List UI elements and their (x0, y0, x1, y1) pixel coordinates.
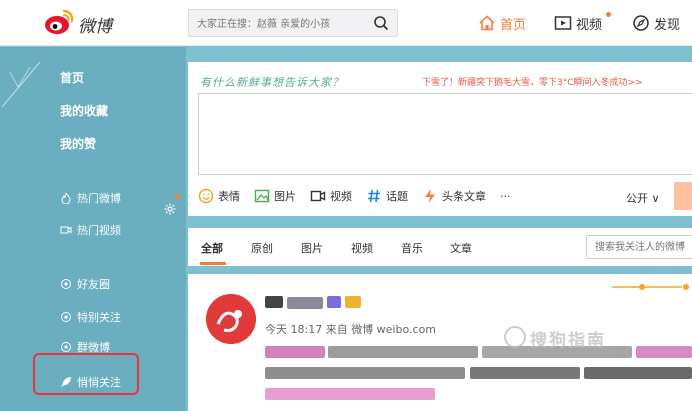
post-textarea[interactable] (198, 93, 692, 175)
home-icon (479, 15, 495, 31)
composer-prompt: 有什么新鲜事想告诉大家？ (200, 76, 344, 89)
emoji-icon (198, 188, 214, 204)
video-camera-icon (60, 226, 72, 234)
tab-videos[interactable]: 视频 (351, 240, 373, 256)
new-video-dot (606, 12, 611, 17)
search-input[interactable] (197, 15, 365, 33)
username-blurred[interactable] (265, 296, 365, 310)
followed-search[interactable] (586, 235, 692, 259)
post-composer: 有什么新鲜事想告诉大家？ 下雪了！新疆突下鹅毛大雪，零下3°C瞬间入冬成功>> … (188, 62, 692, 216)
sidebar-item-label: 热门微博 (77, 192, 121, 205)
circle-dot-icon (61, 279, 71, 289)
tool-label: 视频 (330, 190, 352, 203)
sidebar-item-label: 我的收藏 (60, 104, 109, 118)
sidebar-item-hot-weibo[interactable]: 热门微博 (60, 190, 121, 206)
more-icon: ··· (500, 189, 511, 203)
tool-label: 头条文章 (442, 190, 486, 203)
sidebar-item-label: 特别关注 (77, 311, 121, 324)
tab-original[interactable]: 原创 (251, 240, 273, 256)
nav-video[interactable]: 视频 (554, 12, 611, 34)
trending-headline-link[interactable]: 下雪了！新疆突下鹅毛大雪，零下3°C瞬间入冬成功>> (422, 75, 643, 88)
sidebar-item-special-follow[interactable]: 特别关注 (60, 309, 121, 325)
tool-more[interactable]: ··· (500, 190, 511, 203)
composer-toolbar: 表情 图片 视频 话题 头条文章 ··· (198, 186, 525, 206)
circle-dot-icon (61, 312, 71, 322)
sidebar-item-friends-circle[interactable]: 好友圈 (60, 276, 110, 292)
sidebar-item-label: 好友圈 (77, 278, 110, 291)
tool-label: 话题 (386, 190, 408, 203)
nav-home-label: 首页 (500, 17, 527, 33)
sidebar-item-home[interactable]: 首页 (60, 69, 84, 86)
feed-card: 今天 18:17 来自 微博 weibo.com 搜狗指南 (188, 274, 692, 411)
logo-text: 微博 (78, 17, 112, 37)
weibo-logo[interactable]: 微博 (44, 8, 134, 38)
nav-home[interactable]: 首页 (478, 12, 526, 34)
weibo-logo-icon (45, 9, 74, 34)
sidebar-item-favorites[interactable]: 我的收藏 (60, 102, 108, 119)
tool-article[interactable]: 头条文章 (422, 188, 486, 204)
watermark-text: 搜狗指南 (530, 331, 606, 351)
tab-images[interactable]: 图片 (301, 240, 323, 256)
flame-icon (61, 192, 71, 204)
post-meta: 今天 18:17 来自 微博 weibo.com (265, 323, 437, 336)
publish-button[interactable] (674, 182, 692, 210)
followed-search-input[interactable] (595, 240, 692, 255)
tool-label: 表情 (218, 190, 240, 203)
nav-discover-label: 发现 (654, 17, 681, 33)
tool-image[interactable]: 图片 (254, 188, 296, 204)
tool-emoji[interactable]: 表情 (198, 188, 240, 204)
compass-icon (633, 15, 649, 31)
sidebar-item-label: 热门视频 (77, 224, 121, 237)
avatar[interactable] (206, 294, 256, 344)
top-navigation-bar: 微博 首页 视频 发现 (0, 0, 692, 46)
tool-video[interactable]: 视频 (310, 188, 352, 204)
sidebar-item-label: 首页 (60, 71, 85, 85)
visibility-dropdown[interactable]: 公开 ∨ (626, 190, 660, 206)
feed-filter-tabs: 全部 原创 图片 视频 音乐 文章 (188, 228, 692, 266)
article-icon (425, 189, 435, 203)
tab-music[interactable]: 音乐 (401, 240, 423, 256)
global-search[interactable] (188, 9, 398, 37)
circle-dot-icon (61, 342, 71, 352)
highlight-box (33, 353, 139, 395)
nav-video-label: 视频 (576, 17, 603, 33)
tab-all[interactable]: 全部 (201, 240, 223, 256)
video-play-icon (554, 16, 572, 30)
hashtag-icon (368, 189, 380, 203)
video-icon (310, 190, 326, 202)
sidebar-item-hot-video[interactable]: 热门视频 (60, 222, 121, 238)
tool-topic[interactable]: 话题 (366, 188, 408, 204)
sidebar-item-label: 我的赞 (60, 137, 97, 151)
sidebar-item-likes[interactable]: 我的赞 (60, 135, 96, 152)
tab-articles[interactable]: 文章 (450, 240, 472, 256)
image-icon (254, 189, 270, 203)
nav-discover[interactable]: 发现 (632, 12, 680, 34)
avatar-logo-icon (206, 294, 256, 344)
tool-label: 图片 (274, 190, 296, 203)
search-icon[interactable] (373, 15, 389, 31)
new-content-dot (175, 194, 180, 199)
gear-icon[interactable] (164, 203, 176, 215)
dandelion-decoration-icon (1, 61, 41, 108)
active-tab-indicator (200, 262, 226, 265)
expand-arrow-icon[interactable] (612, 280, 692, 294)
watermark-logo-icon (504, 326, 526, 348)
